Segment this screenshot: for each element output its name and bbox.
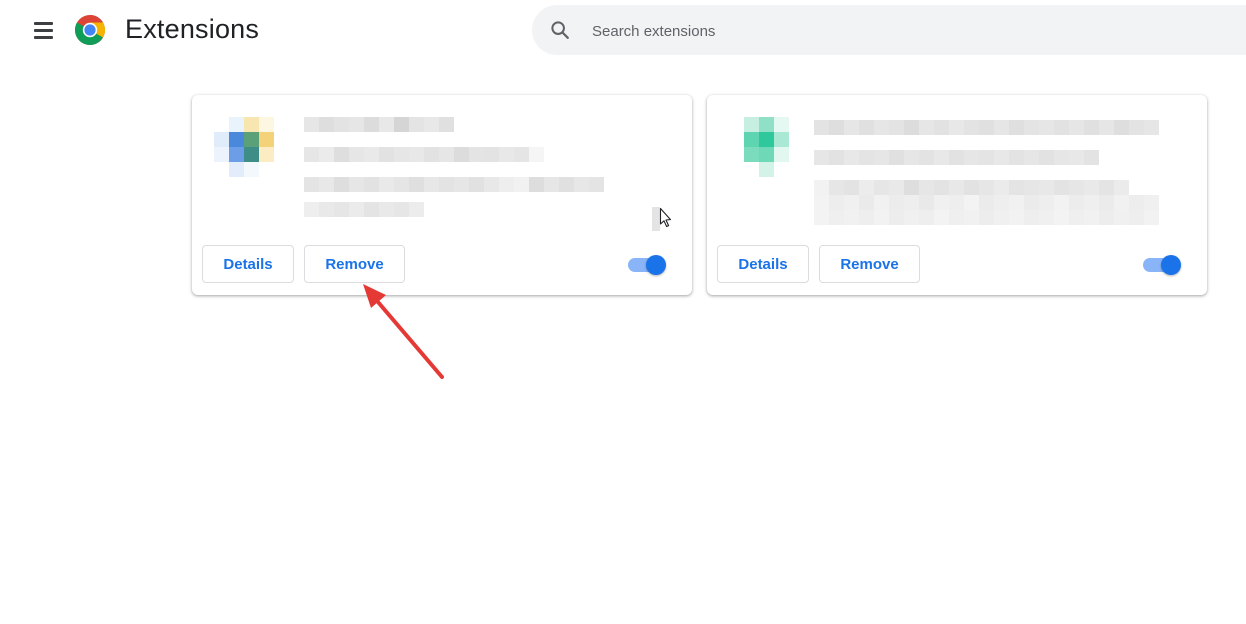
extension-card: Details Remove — [707, 95, 1207, 295]
details-button[interactable]: Details — [202, 245, 294, 283]
remove-button[interactable]: Remove — [819, 245, 920, 283]
search-input[interactable] — [590, 15, 1194, 47]
extension-description-line — [304, 177, 604, 192]
chrome-logo-icon — [74, 14, 106, 46]
extension-card: Details Remove — [192, 95, 692, 295]
extension-description-line — [304, 202, 424, 217]
extension-icon — [744, 117, 789, 177]
top-bar: Extensions — [0, 0, 1246, 60]
extension-description — [304, 115, 664, 225]
extension-icon — [214, 117, 274, 177]
extension-description — [814, 115, 1174, 225]
extension-description-line — [814, 195, 1159, 210]
search-bar[interactable] — [532, 5, 1246, 55]
hamburger-menu-icon[interactable] — [28, 16, 60, 44]
extension-description-line — [814, 180, 1129, 195]
search-icon — [551, 21, 569, 39]
extension-name — [304, 117, 454, 132]
extension-description-line — [814, 210, 1159, 225]
toggle-knob — [1161, 255, 1181, 275]
annotation-arrow-icon — [363, 284, 444, 379]
extension-description-line — [304, 147, 544, 162]
extension-enable-toggle[interactable] — [1143, 255, 1183, 275]
extension-name — [814, 120, 1159, 135]
details-button[interactable]: Details — [717, 245, 809, 283]
toggle-knob — [646, 255, 666, 275]
mouse-cursor-icon — [652, 207, 672, 231]
extension-enable-toggle[interactable] — [628, 255, 668, 275]
page-title: Extensions — [125, 14, 260, 44]
extension-description-line — [814, 150, 1099, 165]
